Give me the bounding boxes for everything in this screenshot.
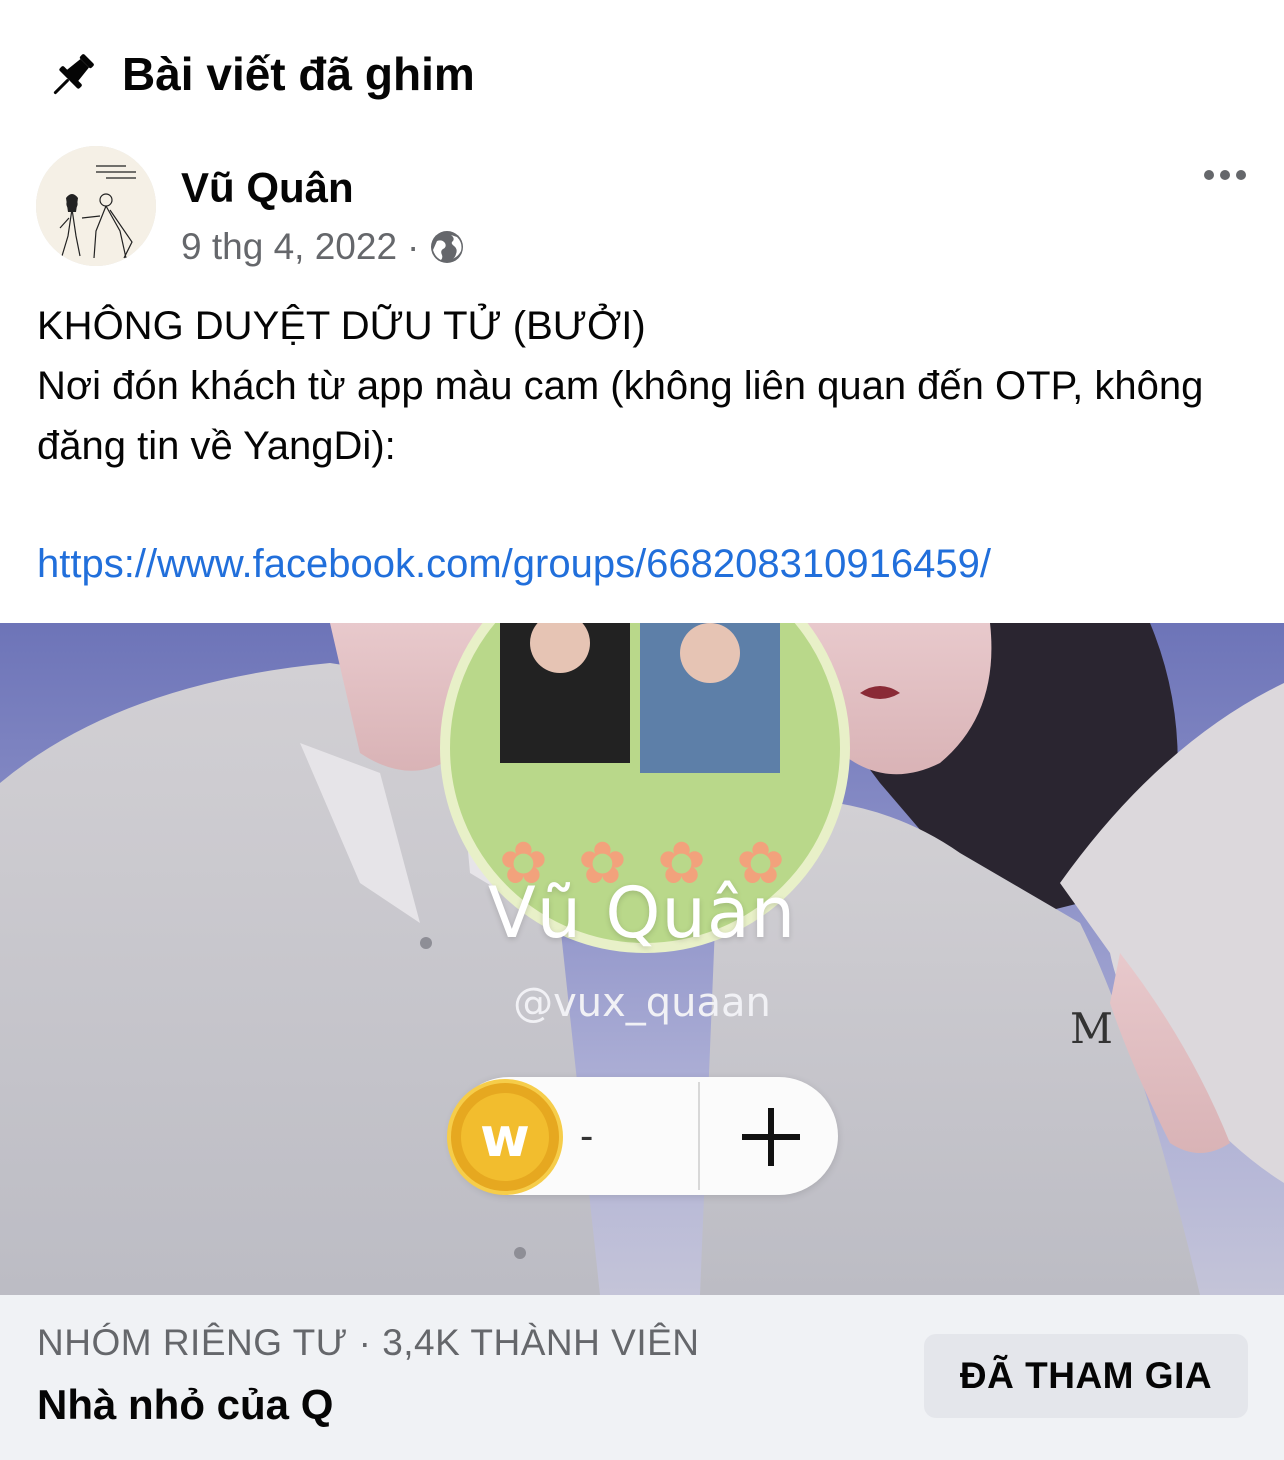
pinned-posts-title: Bài viết đã ghim (122, 48, 475, 100)
post-body: KHÔNG DUYỆT DỮU TỬ (BƯỞI) Nơi đón khách … (37, 296, 1257, 476)
wallet-value: - (580, 1114, 594, 1158)
post-line: Nơi đón khách từ app màu cam (không liên… (37, 364, 1204, 468)
author-name[interactable]: Vũ Quân (181, 163, 354, 213)
shared-group-cover-image[interactable]: M ✿ ✿ ✿ ✿ w - (0, 623, 1284, 1295)
pinned-posts-header: Bài viết đã ghim (0, 0, 1284, 140)
globe-icon (431, 231, 464, 263)
avatar-sketch-image (36, 146, 156, 266)
joined-button[interactable]: ĐÃ THAM GIA (924, 1334, 1248, 1418)
meta-separator: · (407, 226, 420, 267)
author-avatar[interactable] (36, 146, 156, 266)
group-meta: NHÓM RIÊNG TƯ · 3,4K THÀNH VIÊN (37, 1322, 700, 1363)
svg-text:w: w (480, 1106, 530, 1169)
post-meta: 9 thg 4, 2022 · (181, 224, 465, 270)
more-dot (1220, 170, 1230, 180)
plus-icon[interactable] (738, 1104, 804, 1170)
coin-w-icon[interactable]: w (446, 1078, 564, 1196)
post-date[interactable]: 9 thg 4, 2022 (181, 226, 397, 268)
cover-profile-name: Vũ Quân (487, 872, 797, 954)
group-link[interactable]: https://www.facebook.com/groups/66820831… (37, 536, 991, 592)
cover-profile-handle: @vux_quaan (513, 980, 771, 1026)
post-line: KHÔNG DUYỆT DỮU TỬ (BƯỞI) (37, 304, 646, 348)
more-options-icon (1204, 170, 1214, 180)
group-name[interactable]: Nhà nhỏ của Q (37, 1381, 333, 1429)
pill-divider (698, 1082, 700, 1190)
pin-icon (53, 54, 94, 95)
more-dot (1236, 170, 1246, 180)
more-options-button[interactable] (1190, 150, 1260, 200)
